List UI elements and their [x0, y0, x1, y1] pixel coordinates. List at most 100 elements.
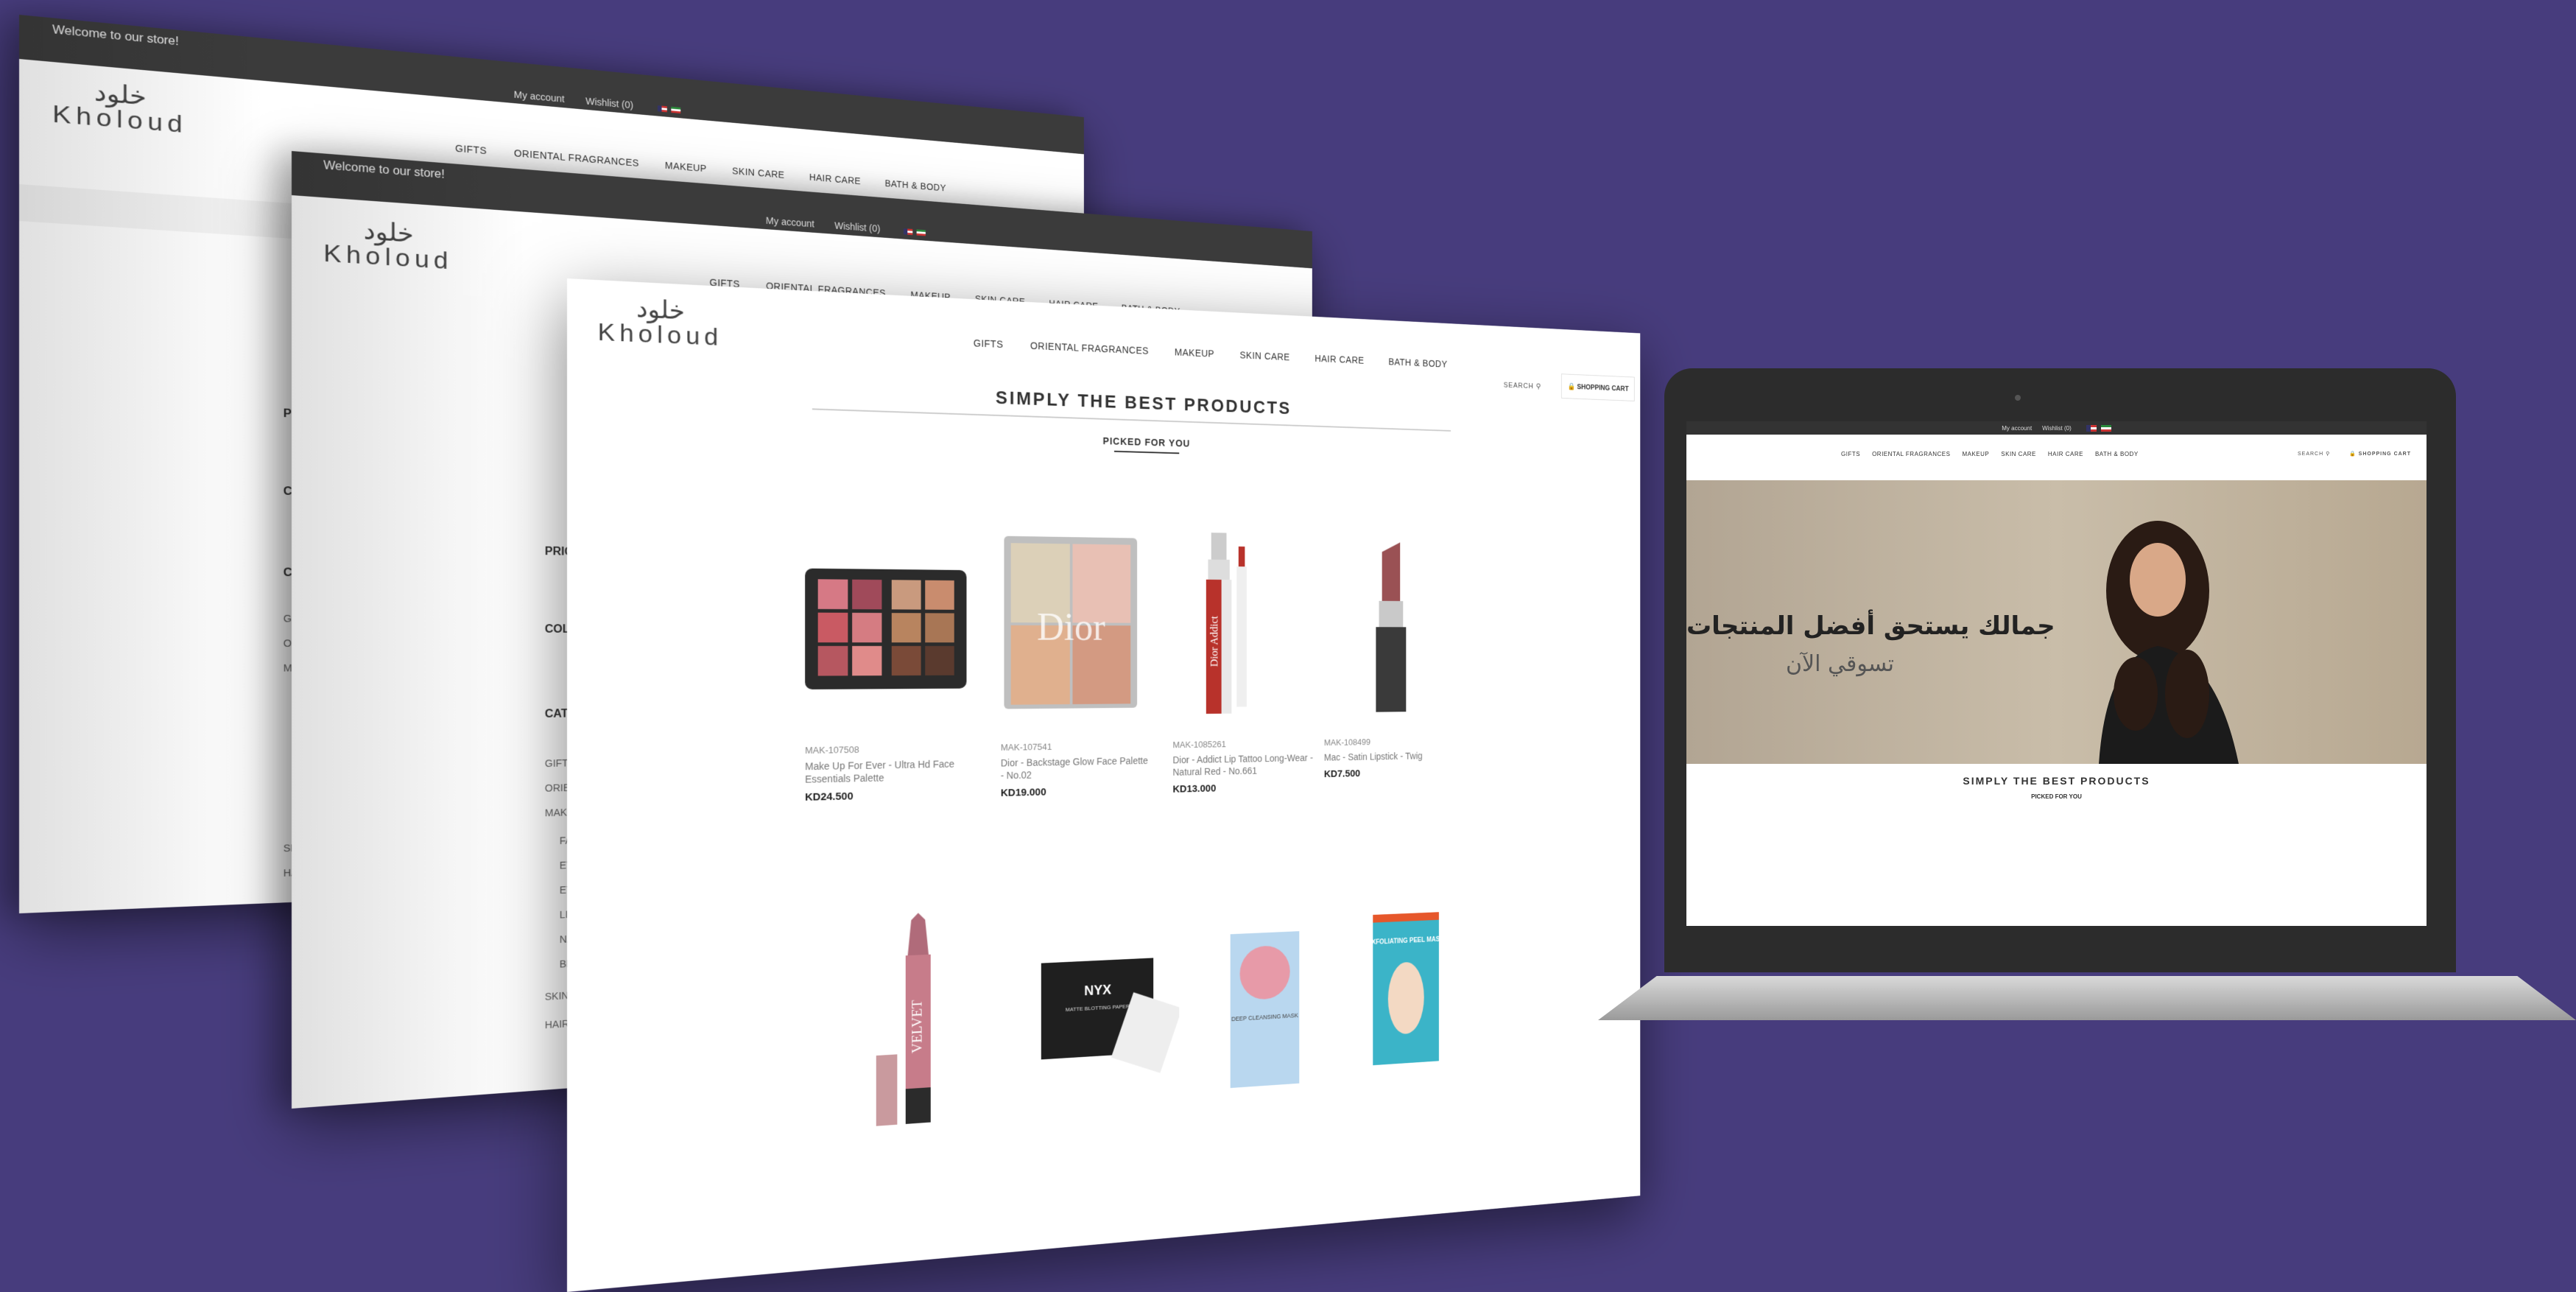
nav-oriental-fragrances[interactable]: ORIENTAL FRAGRANCES [1872, 451, 1950, 457]
kw-flag-icon[interactable] [2101, 425, 2111, 432]
product-sku: MAK-107508 [805, 742, 966, 756]
mockup-stage: Welcome to our store! My account Wishlis… [0, 0, 2576, 1292]
product-price: KD24.500 [805, 788, 966, 804]
us-flag-icon[interactable] [658, 105, 667, 112]
front-store-panel: خلود Kholoud GIFTS ORIENTAL FRAGRANCES M… [567, 278, 1640, 1292]
product-card[interactable]: DEEP CLEANSING MASK [1198, 923, 1342, 1107]
subtitle-underline [1114, 451, 1179, 454]
svg-text:VELVET: VELVET [910, 1000, 925, 1053]
mac-lipstick-image [1324, 535, 1463, 732]
kw-flag-icon[interactable] [672, 107, 681, 113]
us-flag-icon[interactable] [904, 228, 912, 235]
product-name[interactable]: Mac - Satin Lipstick - Twig [1324, 749, 1463, 763]
store-logo[interactable]: خلود Kholoud [598, 295, 723, 350]
my-account-link[interactable]: My account [514, 89, 565, 105]
language-flags[interactable] [2082, 424, 2111, 431]
laptop-camera [2015, 395, 2021, 401]
kw-flag-icon[interactable] [917, 229, 926, 236]
product-image[interactable] [1324, 535, 1463, 732]
language-flags[interactable] [654, 102, 681, 115]
product-price: KD7.500 [1324, 766, 1463, 780]
section-subtitle: PICKED FOR YOU [1686, 793, 2427, 800]
product-sku: MAK-108499 [1324, 736, 1463, 748]
main-nav: GIFTS ORIENTAL FRAGRANCES MAKEUP SKIN CA… [974, 337, 1448, 369]
product-card[interactable]: VELVET [862, 909, 1021, 1138]
svg-text:Dior Addict: Dior Addict [1209, 615, 1220, 667]
lock-icon: 🔒 [2349, 452, 2357, 457]
product-sku: MAK-1085261 [1173, 737, 1318, 750]
shopping-cart-button[interactable]: 🔒 SHOPPING CART [1561, 373, 1635, 401]
wishlist-link[interactable]: Wishlist (0) [585, 96, 633, 110]
laptop-base [1598, 976, 2576, 1020]
shopping-cart-button[interactable]: 🔒 SHOPPING CART [2349, 451, 2411, 457]
laptop-screen: My account Wishlist (0) GIFTS ORIENTAL F… [1686, 421, 2427, 926]
my-account-link[interactable]: My account [766, 215, 814, 230]
nav-makeup[interactable]: MAKEUP [1962, 451, 1989, 457]
lip-pencil-image: VELVET [862, 910, 1001, 1134]
model-photo [2069, 510, 2261, 764]
product-image[interactable] [805, 526, 966, 740]
main-nav: GIFTS ORIENTAL FRAGRANCES MAKEUP SKIN CA… [1841, 451, 2139, 457]
dior-lip-tattoo-image: Dior Addict [1173, 532, 1318, 734]
nav-hair-care[interactable]: HAIR CARE [2048, 451, 2083, 457]
store-logo[interactable]: خلود Kholoud [52, 77, 187, 137]
wishlist-link[interactable]: Wishlist (0) [834, 220, 880, 234]
product-card[interactable]: MAK-108499 Mac - Satin Lipstick - Twig K… [1324, 535, 1463, 780]
nav-gifts[interactable]: GIFTS [974, 337, 1003, 350]
nav-makeup[interactable]: MAKEUP [665, 160, 707, 174]
nav-bath-body[interactable]: BATH & BODY [2095, 451, 2139, 457]
section-title: SIMPLY THE BEST PRODUCTS [1686, 775, 2427, 787]
product-sku: MAK-107541 [1001, 740, 1153, 753]
search-icon[interactable]: ⚲ [1536, 383, 1541, 391]
nav-oriental-fragrances[interactable]: ORIENTAL FRAGRANCES [1030, 340, 1149, 357]
product-card[interactable]: EXFOLIATING PEEL MASK [1342, 904, 1480, 1084]
product-image[interactable]: Dior [1001, 529, 1153, 737]
welcome-text: Welcome to our store! [323, 159, 445, 181]
search-icon[interactable]: ⚲ [2326, 452, 2330, 457]
peel-mask-image: EXFOLIATING PEEL MASK [1342, 905, 1463, 1081]
nav-gifts[interactable]: GIFTS [1841, 451, 1860, 457]
search-box[interactable]: SEARCH ⚲ [1504, 381, 1541, 390]
nav-skin-care[interactable]: SKIN CARE [2001, 451, 2036, 457]
logo-english: Kholoud [598, 318, 723, 351]
product-image[interactable]: Dior Addict [1173, 532, 1318, 734]
blotting-paper-image: NYX MATTE BLOTTING PAPER [1035, 930, 1180, 1101]
product-card[interactable]: Dior MAK-107541 Dior - Backstage Glow Fa… [1001, 529, 1153, 799]
dior-glow-palette-image: Dior [1001, 529, 1153, 737]
product-name[interactable]: Dior - Backstage Glow Face Palette - No.… [1001, 754, 1153, 782]
svg-text:NYX: NYX [1084, 982, 1111, 999]
nav-hair-care[interactable]: HAIR CARE [809, 172, 861, 186]
language-flags[interactable] [900, 225, 926, 237]
nav-hair-care[interactable]: HAIR CARE [1315, 353, 1364, 365]
hero-banner[interactable]: جمالك يستحق أفضل المنتجات تسوقي الآن [1686, 480, 2427, 764]
account-bar: My account Wishlist (0) [1686, 421, 2427, 435]
product-name[interactable]: Make Up For Ever - Ultra Hd Face Essenti… [805, 757, 966, 786]
wishlist-link[interactable]: Wishlist (0) [2042, 425, 2072, 432]
product-name[interactable]: Dior - Addict Lip Tattoo Long-Wear - Nat… [1173, 751, 1318, 779]
cart-label: SHOPPING CART [1577, 383, 1629, 393]
nav-makeup[interactable]: MAKEUP [1175, 346, 1214, 359]
search-label: SEARCH [2298, 452, 2323, 457]
nav-oriental-fragrances[interactable]: ORIENTAL FRAGRANCES [514, 147, 639, 168]
product-price: KD19.000 [1001, 784, 1153, 799]
product-card[interactable]: NYX MATTE BLOTTING PAPER [1035, 930, 1186, 1105]
store-logo[interactable]: خلود Kholoud [323, 216, 453, 273]
section-title: SIMPLY THE BEST PRODUCTS [567, 371, 1640, 431]
nav-gifts[interactable]: GIFTS [455, 143, 487, 156]
eyeshadow-palette-image [805, 526, 966, 740]
cart-label: SHOPPING CART [2359, 452, 2411, 457]
svg-text:Dior: Dior [1037, 605, 1105, 648]
hero-headline: جمالك يستحق أفضل المنتجات [1686, 611, 2055, 641]
us-flag-icon[interactable] [2086, 425, 2097, 432]
product-price: KD13.000 [1173, 781, 1318, 796]
product-card[interactable]: MAK-107508 Make Up For Ever - Ultra Hd F… [805, 526, 966, 804]
nav-skin-care[interactable]: SKIN CARE [1240, 350, 1290, 362]
product-card[interactable]: Dior Addict MAK-1085261 Dior - Addict Li… [1173, 532, 1318, 796]
search-box[interactable]: SEARCH ⚲ [2298, 451, 2330, 457]
nav-bath-body[interactable]: BATH & BODY [884, 178, 946, 194]
nav-bath-body[interactable]: BATH & BODY [1388, 357, 1447, 370]
hero-subtext: تسوقي الآن [1786, 651, 1894, 677]
nav-skin-care[interactable]: SKIN CARE [732, 166, 784, 180]
search-label: SEARCH [1504, 382, 1534, 390]
my-account-link[interactable]: My account [2002, 425, 2032, 432]
